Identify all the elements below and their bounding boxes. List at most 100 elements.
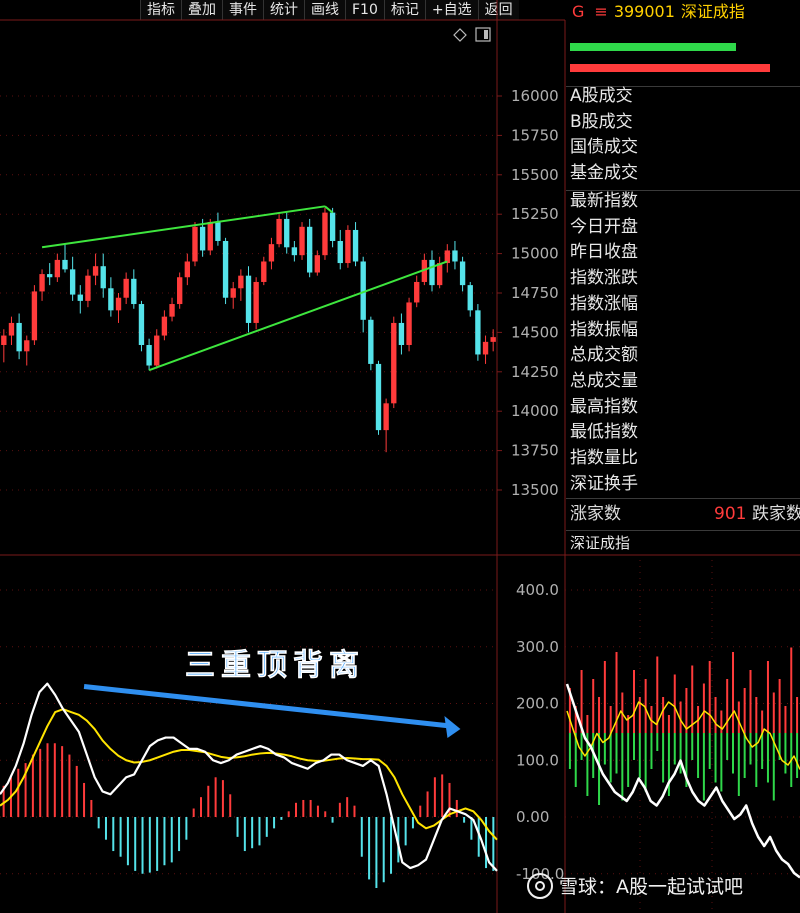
- trendline: [324, 205, 334, 214]
- price-tick-label: 14750: [511, 284, 559, 302]
- field-label: B股成交: [570, 111, 633, 132]
- candle-body: [138, 304, 145, 346]
- security-name: 深证成指: [680, 2, 745, 21]
- candle-body: [177, 277, 183, 305]
- field-label: 总成交额: [570, 345, 638, 366]
- candle-body: [253, 281, 259, 323]
- candle-body: [475, 310, 481, 355]
- price-tick-label: 13750: [511, 442, 559, 460]
- candle-body: [329, 212, 336, 241]
- price-tick-label: 15250: [511, 205, 559, 223]
- security-header: G ≡ 399001 深证成指: [566, 0, 800, 24]
- candle-body: [238, 275, 244, 289]
- candle-body: [192, 226, 198, 262]
- candle-body: [482, 341, 489, 355]
- candle-body: [16, 322, 22, 352]
- breadth-stat: 涨家数 901 跌家数: [566, 500, 800, 528]
- trendline: [41, 205, 326, 249]
- candle-body: [8, 322, 15, 336]
- candle-body: [452, 250, 458, 262]
- field-label: 今日开盘: [570, 216, 638, 237]
- candle-body: [77, 294, 83, 301]
- field-label: 基金成交: [570, 163, 638, 184]
- price-tick-label: 15000: [511, 245, 559, 263]
- candle-body: [436, 263, 443, 286]
- candle-body: [284, 218, 290, 248]
- candle-body: [131, 278, 137, 305]
- candle-body: [207, 222, 213, 251]
- price-tick-label: 16000: [511, 87, 559, 105]
- candle-body: [368, 319, 374, 364]
- up-count-label: 涨家数: [570, 504, 621, 524]
- candle-body: [47, 274, 53, 278]
- candle-body: [54, 259, 61, 278]
- candle-body: [337, 240, 343, 264]
- field-label: 深证换手: [570, 473, 638, 494]
- candle-body: [467, 285, 473, 311]
- field-label: 指数量比: [570, 448, 638, 468]
- candle-body: [230, 288, 236, 298]
- candle-body: [391, 322, 397, 404]
- field-label: 最高指数: [570, 396, 638, 417]
- price-tick-label: 15750: [511, 126, 559, 144]
- candle-body: [222, 240, 229, 298]
- layout-icon-bar: [484, 30, 488, 39]
- candle-body: [24, 340, 30, 352]
- candle-body: [199, 226, 206, 251]
- price-tick-label: 13500: [511, 481, 559, 499]
- dif-line: [0, 682, 498, 872]
- candle-body: [146, 345, 152, 366]
- sub-chart-title: 深证成指: [570, 534, 631, 552]
- candle-body: [261, 261, 267, 282]
- candle-body: [429, 259, 435, 286]
- candle-body: [123, 278, 129, 298]
- candle-body: [169, 304, 175, 317]
- candle-body: [215, 222, 221, 241]
- field-label: 指数振幅: [570, 319, 638, 340]
- diamond-icon[interactable]: [453, 28, 467, 42]
- candle-body: [85, 275, 91, 301]
- divergence-annotation: 三重顶背离: [185, 648, 365, 683]
- candle-body: [100, 266, 106, 289]
- candle-body: [245, 275, 252, 323]
- field-label: 指数涨跌: [570, 268, 638, 289]
- candle-body: [39, 274, 45, 292]
- candle-body: [314, 255, 320, 273]
- field-label: 总成交量: [570, 370, 638, 391]
- field-label: A股成交: [570, 86, 633, 106]
- candle-body: [276, 218, 282, 245]
- price-tick-label: 14000: [511, 402, 559, 420]
- price-tick-label: 14500: [511, 323, 559, 341]
- price-tick-label: 15500: [511, 166, 559, 184]
- candle-body: [352, 229, 359, 262]
- macd-tick-label: 0.00: [516, 808, 549, 826]
- xueqiu-logo-icon: [527, 872, 553, 899]
- menu-icon[interactable]: ≡: [594, 2, 607, 21]
- candle-body: [345, 229, 351, 264]
- candle-body: [306, 226, 313, 273]
- divider: [566, 498, 800, 499]
- candle-body: [115, 297, 122, 311]
- macd-tick-label: 300.0: [516, 638, 559, 656]
- divergence-arrow: [83, 683, 451, 729]
- field-label: 最新指数: [570, 191, 638, 211]
- watermark: 雪球：A股一起试试吧: [527, 872, 743, 899]
- macd-tick-label: 200.0: [516, 695, 559, 713]
- candle-body: [92, 266, 99, 276]
- candle-body: [31, 291, 38, 341]
- candle-body: [154, 335, 160, 366]
- field-label: 昨日收盘: [570, 242, 638, 263]
- quote-sidebar: G ≡ 399001 深证成指 A股成交 B股成交 国债成交 基金成交 最新指数 今日开盘 昨日…: [566, 0, 800, 913]
- candle-body: [62, 259, 68, 270]
- candle-body: [299, 226, 305, 256]
- g-badge: G: [572, 2, 585, 21]
- candle-body: [1, 335, 7, 346]
- divider: [566, 530, 800, 531]
- candle-body: [414, 281, 420, 303]
- field-label: 国债成交: [570, 137, 638, 158]
- candle-body: [459, 261, 466, 286]
- candle-body: [490, 337, 496, 342]
- volume-bar-green: [570, 43, 736, 51]
- dea-line: [0, 708, 498, 841]
- candle-body: [383, 403, 389, 431]
